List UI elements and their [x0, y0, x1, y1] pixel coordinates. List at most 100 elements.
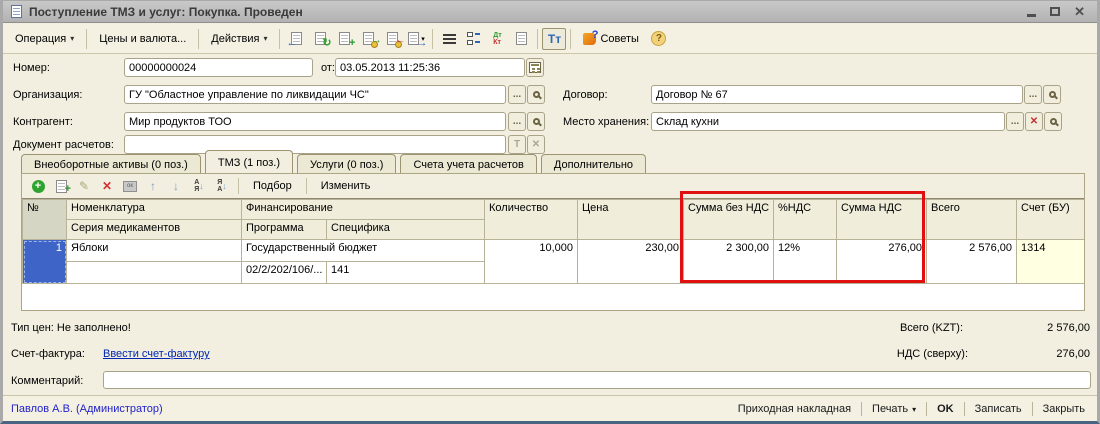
- col-header-num[interactable]: №: [23, 200, 67, 240]
- organization-select-button[interactable]: ...: [508, 85, 526, 104]
- program-cell[interactable]: 02/2/202/106/...: [242, 262, 327, 284]
- save-button[interactable]: Записать: [971, 401, 1026, 417]
- col-header-financing[interactable]: Финансирование: [242, 200, 485, 220]
- chevron-down-icon: ▾: [70, 34, 74, 43]
- list-rows-icon: [443, 32, 456, 45]
- counterparty-field[interactable]: [124, 112, 506, 131]
- col-header-price[interactable]: Цена: [578, 200, 684, 240]
- financing-cell[interactable]: Государственный бюджет: [242, 240, 485, 262]
- number-field[interactable]: [124, 58, 313, 77]
- list-structure-button[interactable]: [437, 28, 461, 50]
- quantity-cell[interactable]: 10,000: [485, 240, 578, 284]
- items-table: № Номенклатура Финансирование Количество…: [22, 198, 1084, 310]
- sort-desc-icon: ЯА ↓: [217, 179, 227, 193]
- edit-row-button[interactable]: ✎: [74, 177, 94, 195]
- incoming-invoice-button[interactable]: Приходная накладная: [734, 401, 855, 417]
- delete-row-button[interactable]: ✕: [97, 177, 117, 195]
- tab-tmz[interactable]: ТМЗ (1 поз.): [205, 150, 293, 173]
- tab-services[interactable]: Услуги (0 поз.): [297, 154, 396, 173]
- post-button[interactable]: →: [356, 28, 380, 50]
- col-header-nomenclature[interactable]: Номенклатура: [67, 200, 242, 220]
- vat-pct-cell[interactable]: 12%: [774, 240, 837, 284]
- move-up-button[interactable]: ↑: [143, 177, 163, 195]
- row-number-cell[interactable]: 1: [23, 240, 67, 284]
- vat-on-top-label: НДС (сверху):: [863, 348, 968, 360]
- chevron-down-icon: ▾: [263, 34, 267, 43]
- reread-button[interactable]: ←: [284, 28, 308, 50]
- close-button[interactable]: Закрыть: [1039, 401, 1089, 417]
- maximize-icon[interactable]: [1050, 7, 1060, 16]
- list-settings-button[interactable]: [461, 28, 485, 50]
- end-edit-button[interactable]: ок: [120, 177, 140, 195]
- contract-field[interactable]: [651, 85, 1023, 104]
- warehouse-select-button[interactable]: ...: [1006, 112, 1024, 131]
- col-header-quantity[interactable]: Количество: [485, 200, 578, 240]
- col-header-vat-pct[interactable]: %НДС: [774, 200, 837, 240]
- warehouse-clear-button[interactable]: ✕: [1025, 112, 1043, 131]
- operation-button[interactable]: Операция ▾: [7, 29, 82, 49]
- arrow-up-icon: ↑: [150, 179, 156, 193]
- counterparty-select-button[interactable]: ...: [508, 112, 526, 131]
- vat-sum-cell[interactable]: 276,00: [837, 240, 927, 284]
- pick-button[interactable]: Подбор: [245, 178, 300, 194]
- col-header-vat-sum[interactable]: Сумма НДС: [837, 200, 927, 240]
- minimize-icon[interactable]: [1027, 14, 1036, 17]
- invoice-label: Счет-фактура:: [11, 348, 85, 360]
- enter-invoice-link[interactable]: Ввести счет-фактуру: [103, 348, 210, 360]
- tab-noncurrent-assets[interactable]: Внеоборотные активы (0 поз.): [21, 154, 201, 173]
- show-postings-button[interactable]: ДтКт: [485, 28, 509, 50]
- col-header-account[interactable]: Счет (БУ): [1017, 200, 1085, 240]
- add-row-button[interactable]: +: [28, 177, 48, 195]
- warehouse-field[interactable]: [651, 112, 1005, 131]
- calendar-button[interactable]: [526, 58, 544, 77]
- refresh-button[interactable]: ↻: [308, 28, 332, 50]
- goto-button[interactable]: → ▾: [404, 28, 428, 50]
- col-header-sum-wo-vat[interactable]: Сумма без НДС: [684, 200, 774, 240]
- report-button[interactable]: [509, 28, 533, 50]
- sum-wo-vat-cell[interactable]: 2 300,00: [684, 240, 774, 284]
- col-header-series[interactable]: Серия медикаментов: [67, 220, 242, 240]
- contract-select-button[interactable]: ...: [1024, 85, 1042, 104]
- actions-button[interactable]: Действия ▾: [203, 29, 275, 49]
- date-field[interactable]: [335, 58, 525, 77]
- col-header-specifics[interactable]: Специфика: [327, 220, 485, 240]
- contract-open-button[interactable]: [1043, 85, 1061, 104]
- table-row[interactable]: 1 Яблоки Государственный бюджет 10,000 2…: [23, 240, 1085, 262]
- organization-open-button[interactable]: [527, 85, 545, 104]
- organization-field[interactable]: [124, 85, 506, 104]
- series-cell[interactable]: [67, 262, 242, 284]
- copy-button[interactable]: +: [332, 28, 356, 50]
- comment-field[interactable]: [103, 371, 1091, 389]
- counterparty-open-button[interactable]: [527, 112, 545, 131]
- sort-desc-button[interactable]: ЯА ↓: [212, 177, 232, 195]
- warehouse-open-button[interactable]: [1044, 112, 1062, 131]
- tips-button[interactable]: Советы: [575, 29, 646, 49]
- prices-currency-button[interactable]: Цены и валюта...: [91, 29, 194, 49]
- nomenclature-cell[interactable]: Яблоки: [67, 240, 242, 262]
- col-header-total[interactable]: Всего: [927, 200, 1017, 240]
- close-icon[interactable]: ✕: [1074, 5, 1085, 18]
- counterparty-label: Контрагент:: [13, 116, 73, 128]
- comment-label: Комментарий:: [11, 375, 83, 387]
- main-toolbar: Операция ▾ Цены и валюта... Действия ▾ ←…: [3, 24, 1097, 54]
- total-cell[interactable]: 2 576,00: [927, 240, 1017, 284]
- vat-on-top-value: 276,00: [990, 348, 1090, 360]
- specifics-cell[interactable]: 141: [327, 262, 485, 284]
- account-cell[interactable]: 1314: [1017, 240, 1085, 284]
- unpost-button[interactable]: ←: [380, 28, 404, 50]
- warehouse-label: Место хранения:: [563, 116, 649, 128]
- move-down-button[interactable]: ↓: [166, 177, 186, 195]
- price-cell[interactable]: 230,00: [578, 240, 684, 284]
- sort-asc-icon: АЯ ↓: [194, 179, 204, 193]
- description-toggle-button[interactable]: Тт: [542, 28, 566, 50]
- tab-settlement-accounts[interactable]: Счета учета расчетов: [400, 154, 536, 173]
- tab-additional[interactable]: Дополнительно: [541, 154, 646, 173]
- print-button[interactable]: Печать ▾: [868, 401, 920, 417]
- help-button[interactable]: ?: [647, 28, 671, 50]
- col-header-program[interactable]: Программа: [242, 220, 327, 240]
- end-edit-icon: ок: [123, 181, 137, 192]
- ok-button[interactable]: OK: [933, 401, 958, 417]
- change-button[interactable]: Изменить: [313, 178, 379, 194]
- copy-row-button[interactable]: +: [51, 177, 71, 195]
- sort-asc-button[interactable]: АЯ ↓: [189, 177, 209, 195]
